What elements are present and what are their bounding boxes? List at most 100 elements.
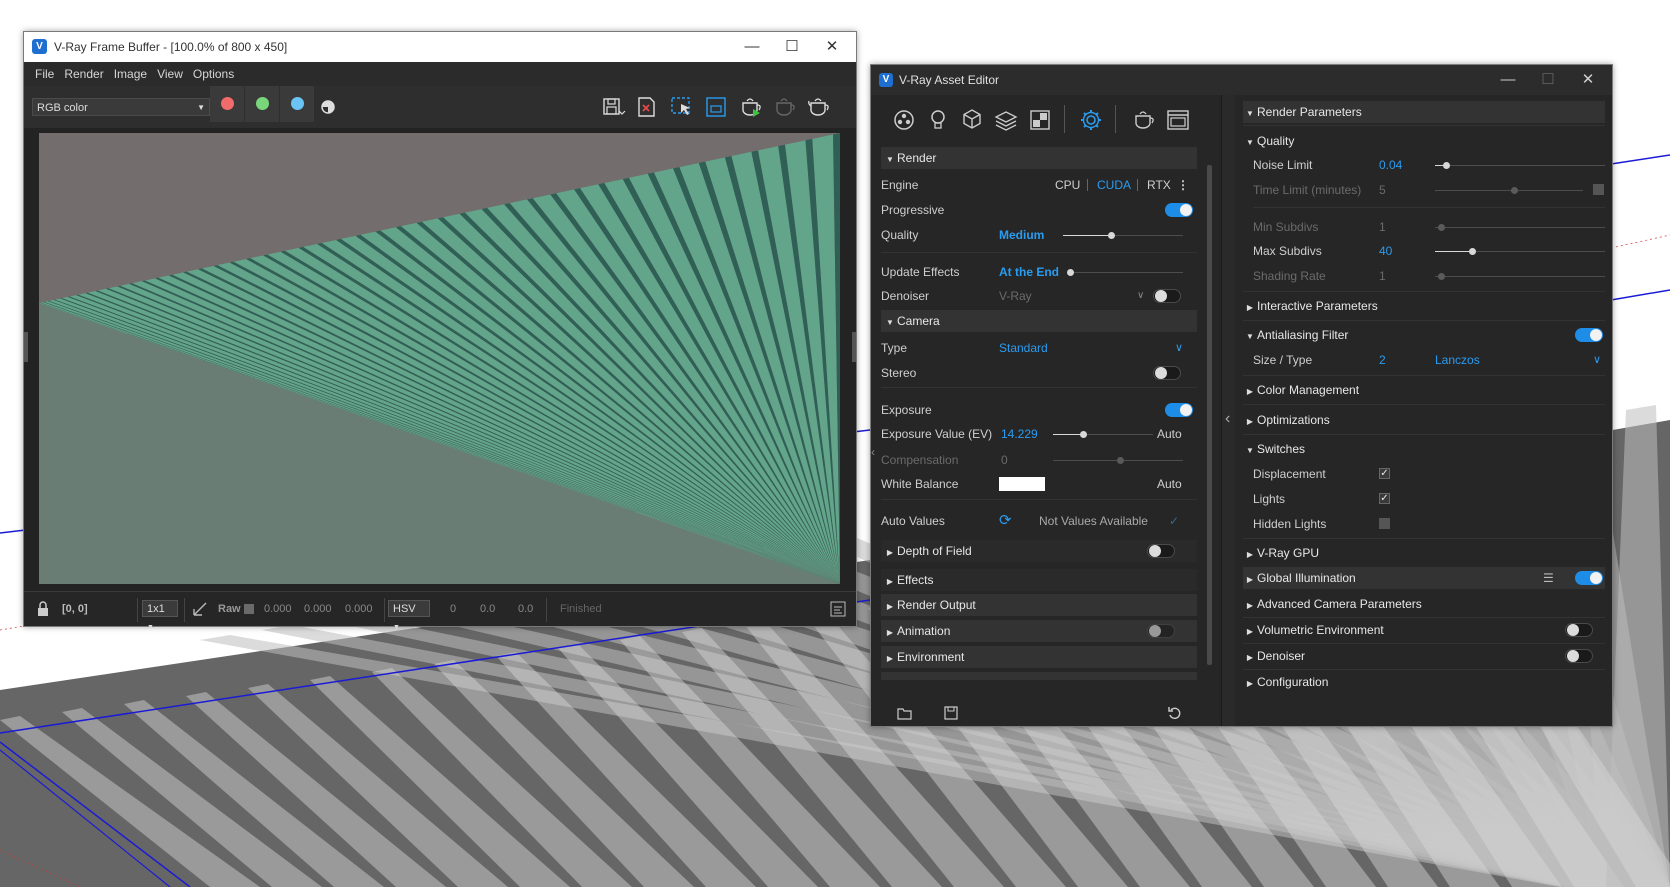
render-output-section-header[interactable]: ▶ Render Output bbox=[881, 594, 1197, 616]
slider-knob[interactable] bbox=[1108, 232, 1115, 239]
hidden-lights-checkbox[interactable] bbox=[1379, 518, 1390, 529]
right-panel-handle[interactable] bbox=[852, 332, 856, 362]
asset-editor-titlebar[interactable]: V V-Ray Asset Editor — ☐ ✕ bbox=[871, 65, 1612, 95]
render-parameters-header[interactable]: ▼ Render Parameters bbox=[1243, 101, 1605, 123]
textures-icon[interactable] bbox=[993, 107, 1019, 133]
slider-knob[interactable] bbox=[1511, 187, 1518, 194]
maximize-button[interactable]: ☐ bbox=[1528, 69, 1568, 91]
chevron-down-icon[interactable]: ∨ bbox=[1137, 285, 1144, 307]
close-button[interactable]: ✕ bbox=[812, 36, 852, 58]
min-subdivs-slider[interactable] bbox=[1435, 224, 1605, 231]
white-balance-auto-button[interactable]: Auto bbox=[1157, 473, 1182, 495]
menu-render[interactable]: Render bbox=[59, 62, 108, 86]
global-illumination-header[interactable]: ▶ Global Illumination ☰ bbox=[1243, 567, 1605, 589]
track-mouse-icon[interactable] bbox=[703, 94, 729, 120]
displacement-checkbox[interactable]: ✓ bbox=[1379, 468, 1390, 479]
animation-section-header[interactable]: ▶ Animation bbox=[881, 620, 1197, 642]
depth-of-field-toggle[interactable] bbox=[1147, 544, 1175, 558]
denoiser-toggle[interactable] bbox=[1153, 289, 1181, 303]
adjust-sliders-icon[interactable]: ☰ bbox=[1543, 567, 1554, 589]
engine-rtx-option[interactable]: RTX bbox=[1147, 174, 1171, 196]
lights-icon[interactable] bbox=[925, 107, 951, 133]
interactive-parameters-header[interactable]: ▶ Interactive Parameters bbox=[1243, 295, 1605, 317]
denoiser-section-toggle[interactable] bbox=[1565, 649, 1593, 663]
quality-slider[interactable] bbox=[1063, 232, 1183, 239]
minimize-button[interactable]: — bbox=[732, 36, 772, 58]
interactive-render-icon[interactable] bbox=[738, 94, 764, 120]
update-effects-slider[interactable] bbox=[1067, 269, 1183, 276]
stop-render-icon[interactable] bbox=[772, 94, 798, 120]
save-icon[interactable] bbox=[943, 705, 959, 721]
blue-channel-button[interactable] bbox=[280, 86, 314, 122]
engine-cuda-option[interactable]: CUDA bbox=[1097, 174, 1131, 196]
close-button[interactable]: ✕ bbox=[1568, 69, 1608, 91]
sample-size-select[interactable]: 1x1 ▼ bbox=[142, 600, 178, 631]
exposure-toggle[interactable] bbox=[1165, 403, 1193, 417]
slider-knob[interactable] bbox=[1469, 248, 1476, 255]
geometry-icon[interactable] bbox=[959, 107, 985, 133]
optimizations-header[interactable]: ▶ Optimizations bbox=[1243, 409, 1605, 431]
open-folder-icon[interactable] bbox=[897, 705, 913, 721]
lock-icon[interactable] bbox=[34, 600, 52, 618]
collapse-left-icon[interactable]: ‹ bbox=[871, 445, 875, 459]
render-teapot-icon[interactable] bbox=[1131, 107, 1157, 133]
color-space-select[interactable]: HSV ▼ bbox=[388, 600, 430, 631]
antialiasing-filter-toggle[interactable] bbox=[1575, 328, 1603, 342]
menu-options[interactable]: Options bbox=[188, 62, 239, 86]
time-limit-slider[interactable] bbox=[1435, 187, 1583, 194]
advanced-camera-header[interactable]: ▶ Advanced Camera Parameters bbox=[1243, 593, 1605, 615]
shading-rate-slider[interactable] bbox=[1435, 273, 1605, 280]
render-viewport[interactable] bbox=[39, 133, 840, 584]
lights-checkbox[interactable]: ✓ bbox=[1379, 493, 1390, 504]
collapse-panel-icon[interactable]: ‹ bbox=[1225, 410, 1230, 428]
filter-type-value[interactable]: Lanczos bbox=[1435, 349, 1480, 371]
camera-section-header[interactable]: ▼ Camera bbox=[881, 310, 1197, 332]
environment-section-header[interactable]: ▶ Environment bbox=[881, 646, 1197, 668]
progressive-toggle[interactable] bbox=[1165, 203, 1193, 217]
quality-section-header[interactable]: ▼ Quality bbox=[1243, 130, 1605, 152]
switches-header[interactable]: ▼ Switches bbox=[1243, 438, 1605, 460]
filter-size-value[interactable]: 2 bbox=[1379, 349, 1386, 371]
antialiasing-filter-header[interactable]: ▼ Antialiasing Filter bbox=[1243, 324, 1605, 346]
global-illumination-toggle[interactable] bbox=[1575, 571, 1603, 585]
time-limit-checkbox[interactable] bbox=[1593, 184, 1604, 195]
left-scrollbar[interactable] bbox=[1207, 165, 1212, 665]
menu-image[interactable]: Image bbox=[109, 62, 152, 86]
compensation-slider[interactable] bbox=[1053, 457, 1183, 464]
volumetric-environment-header[interactable]: ▶ Volumetric Environment bbox=[1243, 619, 1605, 641]
render-elements-icon[interactable] bbox=[1027, 107, 1053, 133]
frame-buffer-icon[interactable] bbox=[1165, 107, 1191, 133]
more-options-icon[interactable]: ⋮ bbox=[1177, 174, 1189, 196]
log-icon[interactable] bbox=[830, 601, 846, 617]
max-subdivs-slider[interactable] bbox=[1435, 248, 1605, 255]
panel-divider[interactable]: ‹ bbox=[1221, 95, 1236, 726]
camera-type-value[interactable]: Standard bbox=[999, 337, 1048, 359]
slider-knob[interactable] bbox=[1117, 457, 1124, 464]
check-icon[interactable]: ✓ bbox=[1169, 510, 1179, 532]
animation-toggle[interactable] bbox=[1147, 624, 1175, 638]
red-channel-button[interactable] bbox=[210, 86, 244, 122]
render-teapot-icon[interactable] bbox=[806, 94, 832, 120]
slider-knob[interactable] bbox=[1067, 269, 1074, 276]
minimize-button[interactable]: — bbox=[1488, 69, 1528, 91]
white-balance-swatch[interactable] bbox=[999, 477, 1045, 491]
render-section-header[interactable]: ▼ Render bbox=[881, 147, 1197, 169]
color-management-header[interactable]: ▶ Color Management bbox=[1243, 379, 1605, 401]
reset-icon[interactable] bbox=[1167, 705, 1183, 721]
slider-knob[interactable] bbox=[1443, 162, 1450, 169]
channel-select[interactable]: RGB color ▼ bbox=[32, 98, 210, 116]
exposure-value[interactable]: 14.229 bbox=[1001, 423, 1038, 445]
maximize-button[interactable]: ☐ bbox=[772, 36, 812, 58]
effects-section-header[interactable]: ▶ Effects bbox=[881, 569, 1197, 591]
noise-limit-slider[interactable] bbox=[1435, 162, 1605, 169]
next-section-header-partial[interactable] bbox=[881, 672, 1197, 680]
color-picker-icon[interactable] bbox=[192, 601, 208, 617]
stereo-toggle[interactable] bbox=[1153, 366, 1181, 380]
left-panel-handle[interactable] bbox=[24, 332, 28, 362]
vfb-titlebar[interactable]: V V-Ray Frame Buffer - [100.0% of 800 x … bbox=[24, 32, 856, 62]
slider-knob[interactable] bbox=[1438, 224, 1445, 231]
green-channel-button[interactable] bbox=[245, 86, 279, 122]
depth-of-field-section-header[interactable]: ▶ Depth of Field bbox=[881, 540, 1197, 562]
refresh-icon[interactable]: ⟳ bbox=[999, 510, 1012, 532]
exposure-auto-button[interactable]: Auto bbox=[1157, 423, 1182, 445]
